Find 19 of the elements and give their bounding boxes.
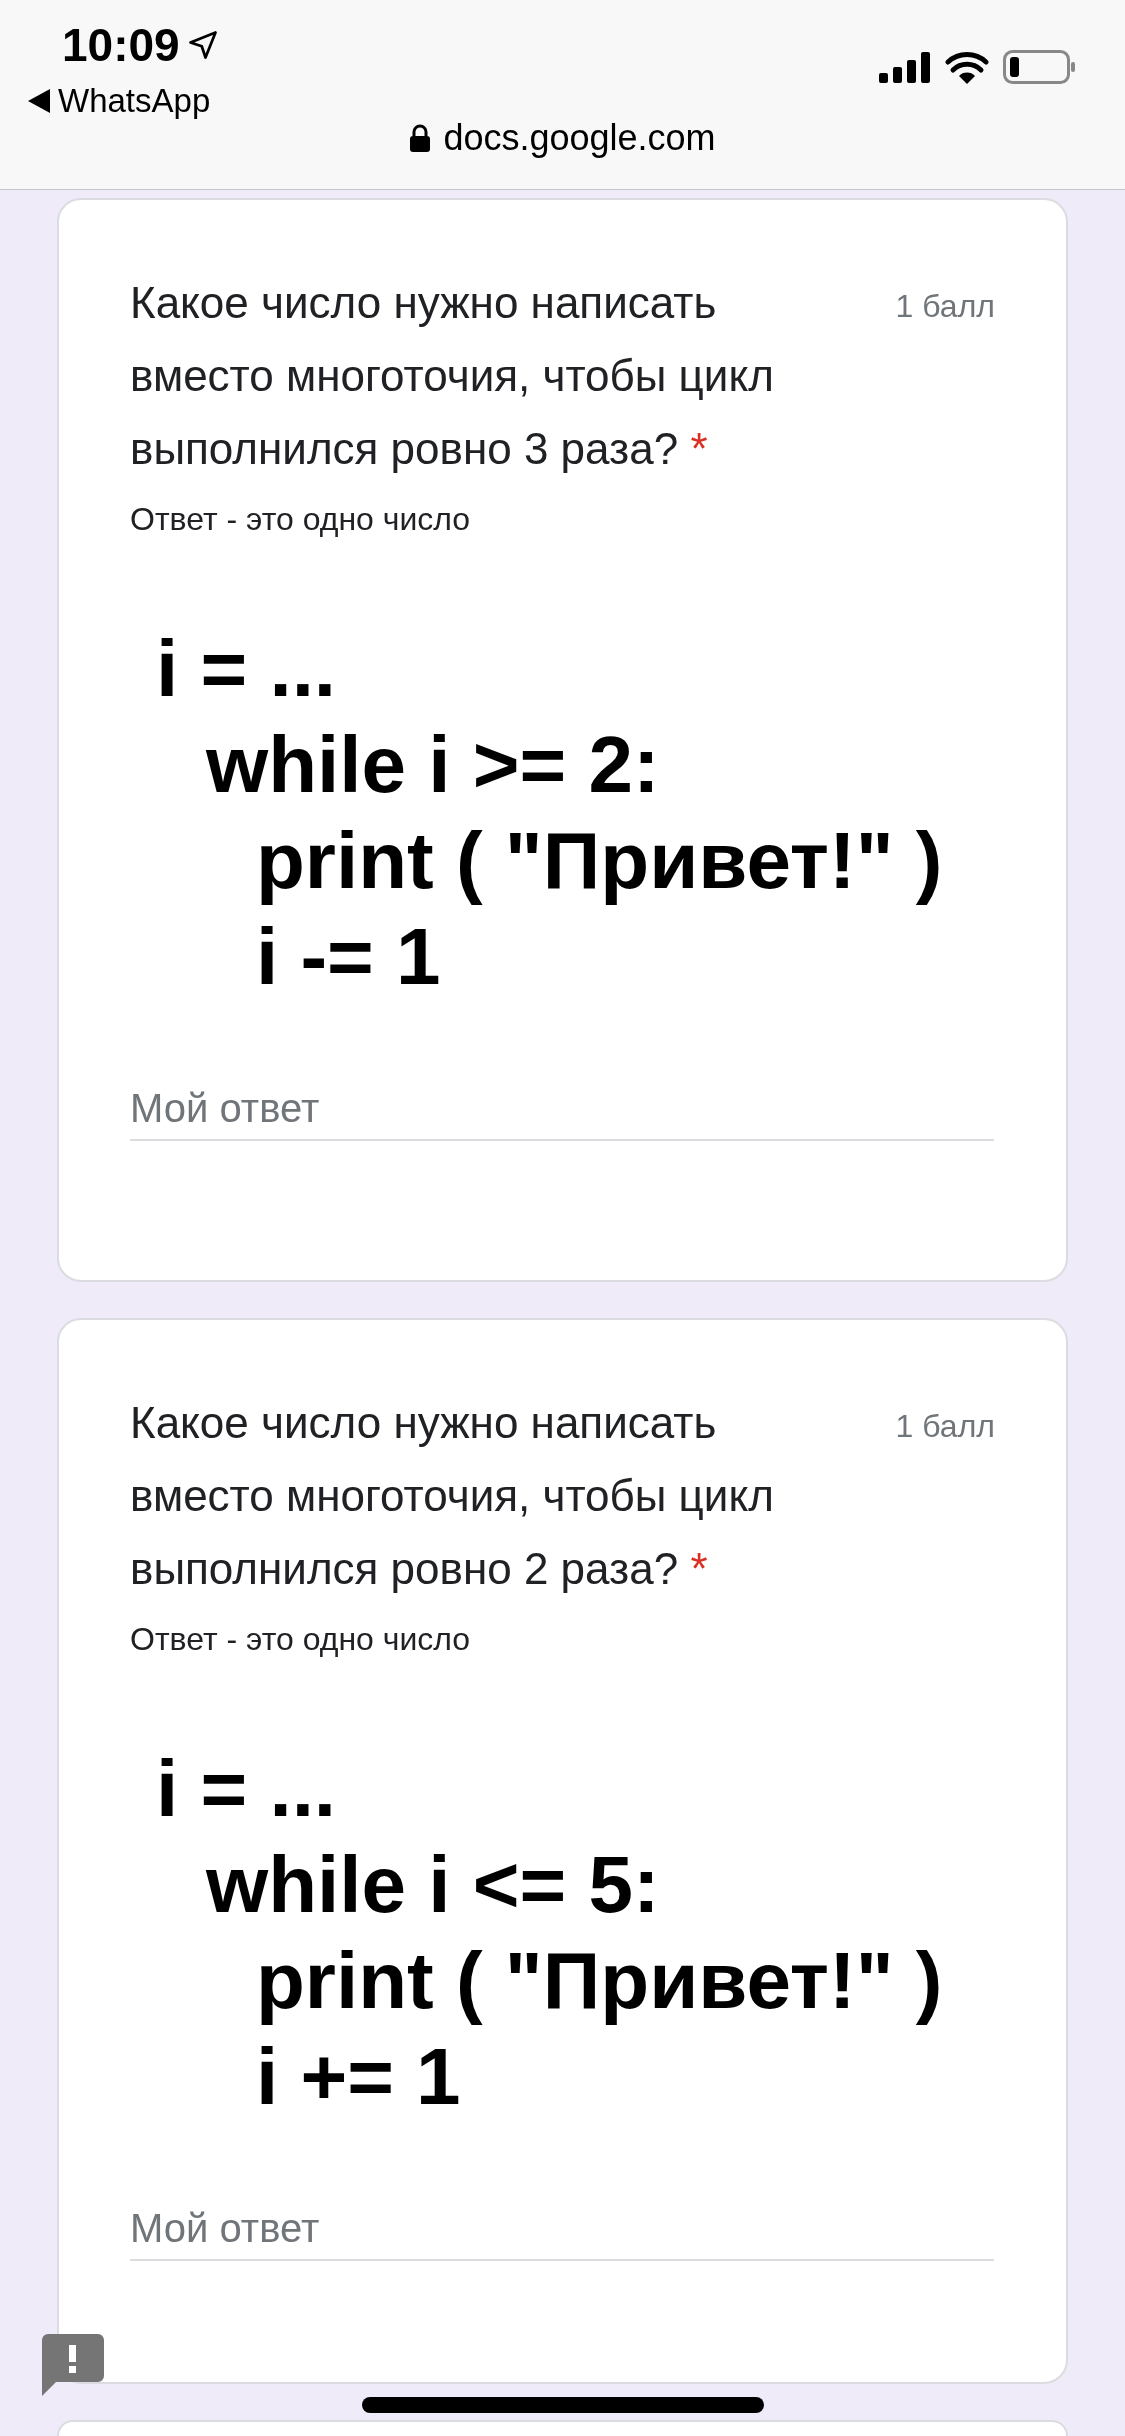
code-line: i += 1 — [256, 2031, 461, 2123]
code-line: while i >= 2: — [206, 719, 660, 811]
points-label: 1 балл — [895, 1407, 995, 1446]
question-hint: Ответ - это одно число — [130, 1620, 471, 1659]
code-line: i = ... — [156, 623, 337, 715]
code-line: while i <= 5: — [206, 1839, 660, 1931]
code-line: i -= 1 — [256, 911, 441, 1003]
answer-field[interactable]: Мой ответ — [130, 1077, 994, 1141]
code-line: print ( "Привет!" ) — [256, 1935, 943, 2027]
status-time: 10:09 — [62, 22, 180, 68]
code-line: print ( "Привет!" ) — [256, 815, 943, 907]
answer-field[interactable]: Мой ответ — [130, 2197, 994, 2261]
address-bar-url[interactable]: docs.google.com — [443, 120, 716, 156]
question-hint: Ответ - это одно число — [130, 500, 471, 539]
question-text: Какое число нужно написать вместо многоточия, чтобы цикл выполнился ровно 2 раза? * — [130, 1397, 775, 1595]
back-to-app-link[interactable]: WhatsApp — [58, 84, 211, 117]
code-line: i = ... — [156, 1743, 337, 1835]
question-text: Какое число нужно написать вместо многоточия, чтобы цикл выполнился ровно 3 раза? * — [130, 277, 775, 475]
points-label: 1 балл — [895, 287, 995, 326]
